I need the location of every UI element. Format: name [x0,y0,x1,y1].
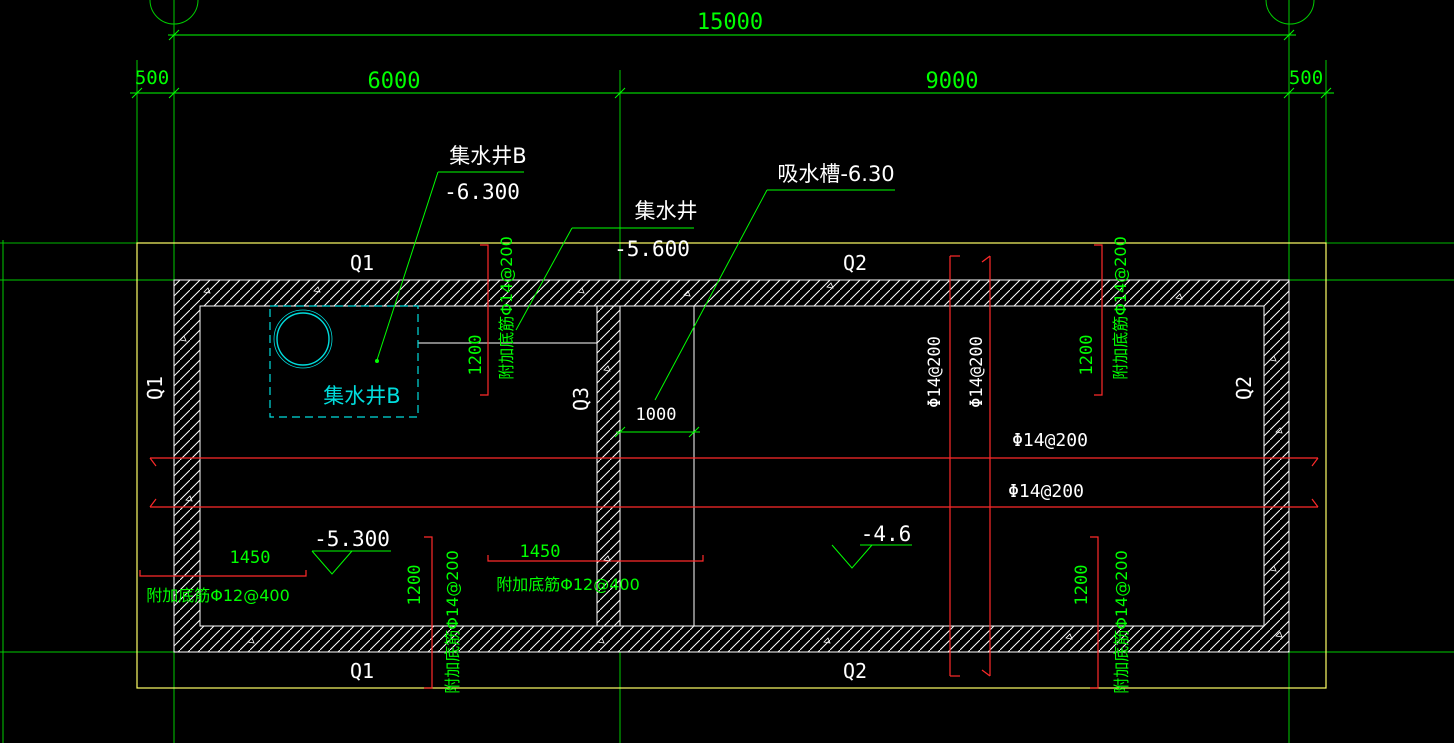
rebar-label-bottom-right: 附加底筋Φ14@200 [1112,550,1131,694]
dim-total: 15000 [697,10,763,35]
rebar-len-left: 1450 [230,548,271,568]
rebar-len-bottom-right: 1200 [1072,565,1092,606]
rebar-horiz-1: Φ14@200 [1012,430,1088,451]
rebar-vert-2: Φ14@200 [967,336,987,408]
structural-plan-drawing: 15000 500 6000 9000 500 集水井B 1000 集水井B -… [0,0,1454,743]
dim-right-span: 9000 [926,69,979,94]
callout-sump-name: 集水井 [635,199,698,223]
rebar-len-bottom-left: 1200 [405,565,425,606]
rebar-label-bottom-left: 附加底筋Φ14@200 [443,550,462,694]
dim-left-edge: 500 [135,67,169,89]
callout-sump-b-elev: -6.300 [444,180,520,204]
callout-sump-b-name: 集水井B [449,144,526,168]
rebar-len-mid: 1450 [520,542,561,562]
rebar-label-top-right: 附加底筋Φ14@200 [1111,236,1130,380]
rebar-len-top-right: 1200 [1077,335,1097,376]
trough-dimension [614,426,700,438]
rebar-len-top-left: 1200 [466,335,486,376]
sump-pit-label: 集水井B [323,384,400,408]
callout-sump-elev: -5.600 [614,237,690,261]
trough-width-label: 1000 [636,405,677,425]
sump-pit-circle-outer [273,309,333,369]
wall-label-top-left: Q1 [350,251,374,275]
wall-label-top-right: Q2 [843,251,867,275]
sump-pit-circle [276,312,330,366]
rebar-label-top-left: 附加底筋Φ14@200 [497,236,516,380]
wall-label-left: Q1 [143,376,167,400]
leader-dot [375,359,379,363]
elev-left-floor: -5.300 [314,527,390,551]
rebar-label-left: 附加底筋Φ12@400 [146,586,290,605]
dim-right-edge: 500 [1289,67,1323,89]
callout-trough: 吸水槽-6.30 [777,162,894,186]
wall-label-middle: Q3 [569,387,593,411]
rebar-lines [149,244,1319,689]
wall-label-right: Q2 [1232,376,1256,400]
dimension-lines [130,29,1334,99]
rebar-horiz-2: Φ14@200 [1008,481,1084,502]
elev-triangle-left [311,550,353,575]
rebar-vert-1: Φ14@200 [925,336,945,408]
wall-label-bottom-left: Q1 [350,659,374,683]
elev-right-floor: -4.6 [861,522,912,546]
wall-label-bottom-right: Q2 [843,659,867,683]
rebar-label-mid: 附加底筋Φ12@400 [496,575,640,594]
slab-boundary [136,242,1327,689]
dim-left-span: 6000 [368,69,421,94]
elev-triangle-right [831,544,873,569]
